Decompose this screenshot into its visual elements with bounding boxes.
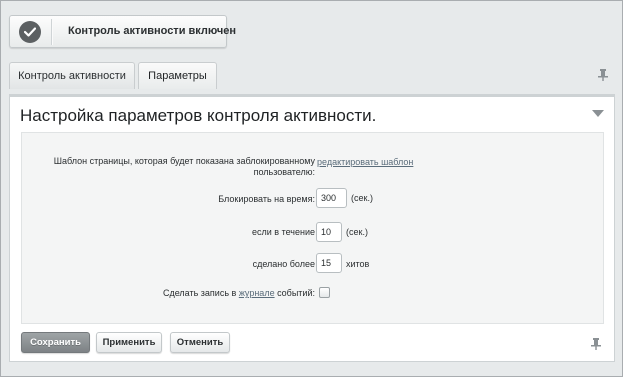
status-separator xyxy=(51,19,53,45)
period-label: если в течение xyxy=(252,227,315,237)
period-input[interactable]: 10 xyxy=(316,222,342,242)
period-unit: (сек.) xyxy=(346,227,368,237)
log-label: Сделать запись в журнале событий: xyxy=(122,288,315,298)
template-label: Шаблон страницы, которая будет показана … xyxy=(53,156,315,177)
block-time-unit: (сек.) xyxy=(351,193,373,203)
pin-icon[interactable] xyxy=(591,338,601,350)
page-title: Настройка параметров контроля активности… xyxy=(20,106,377,125)
pin-icon[interactable] xyxy=(598,69,608,81)
tab-activity-control[interactable]: Контроль активности xyxy=(9,62,135,89)
log-checkbox[interactable] xyxy=(319,287,330,298)
hits-input[interactable]: 15 xyxy=(316,253,342,273)
log-label-post: событий: xyxy=(274,288,315,298)
check-circle-icon xyxy=(19,21,41,43)
journal-link[interactable]: журнале xyxy=(239,288,275,298)
save-button[interactable]: Сохранить xyxy=(21,332,90,353)
status-text: Контроль активности включен xyxy=(68,25,237,37)
block-time-label: Блокировать на время: xyxy=(218,194,315,204)
log-label-pre: Сделать запись в xyxy=(162,288,239,298)
status-indicator: Контроль активности включен xyxy=(9,15,236,48)
collapse-arrow-icon[interactable] xyxy=(592,110,604,118)
apply-button[interactable]: Применить xyxy=(96,332,162,353)
block-time-input[interactable]: 300 xyxy=(316,188,347,208)
settings-panel: Настройка параметров контроля активности… xyxy=(9,94,615,362)
settings-form: Шаблон страницы, которая будет показана … xyxy=(21,132,604,324)
hits-label: сделано более xyxy=(252,259,315,269)
hits-unit: хитов xyxy=(346,259,370,269)
tab-parameters[interactable]: Параметры xyxy=(138,62,217,89)
cancel-button[interactable]: Отменить xyxy=(170,332,230,353)
edit-template-link[interactable]: редактировать шаблон xyxy=(317,157,413,167)
